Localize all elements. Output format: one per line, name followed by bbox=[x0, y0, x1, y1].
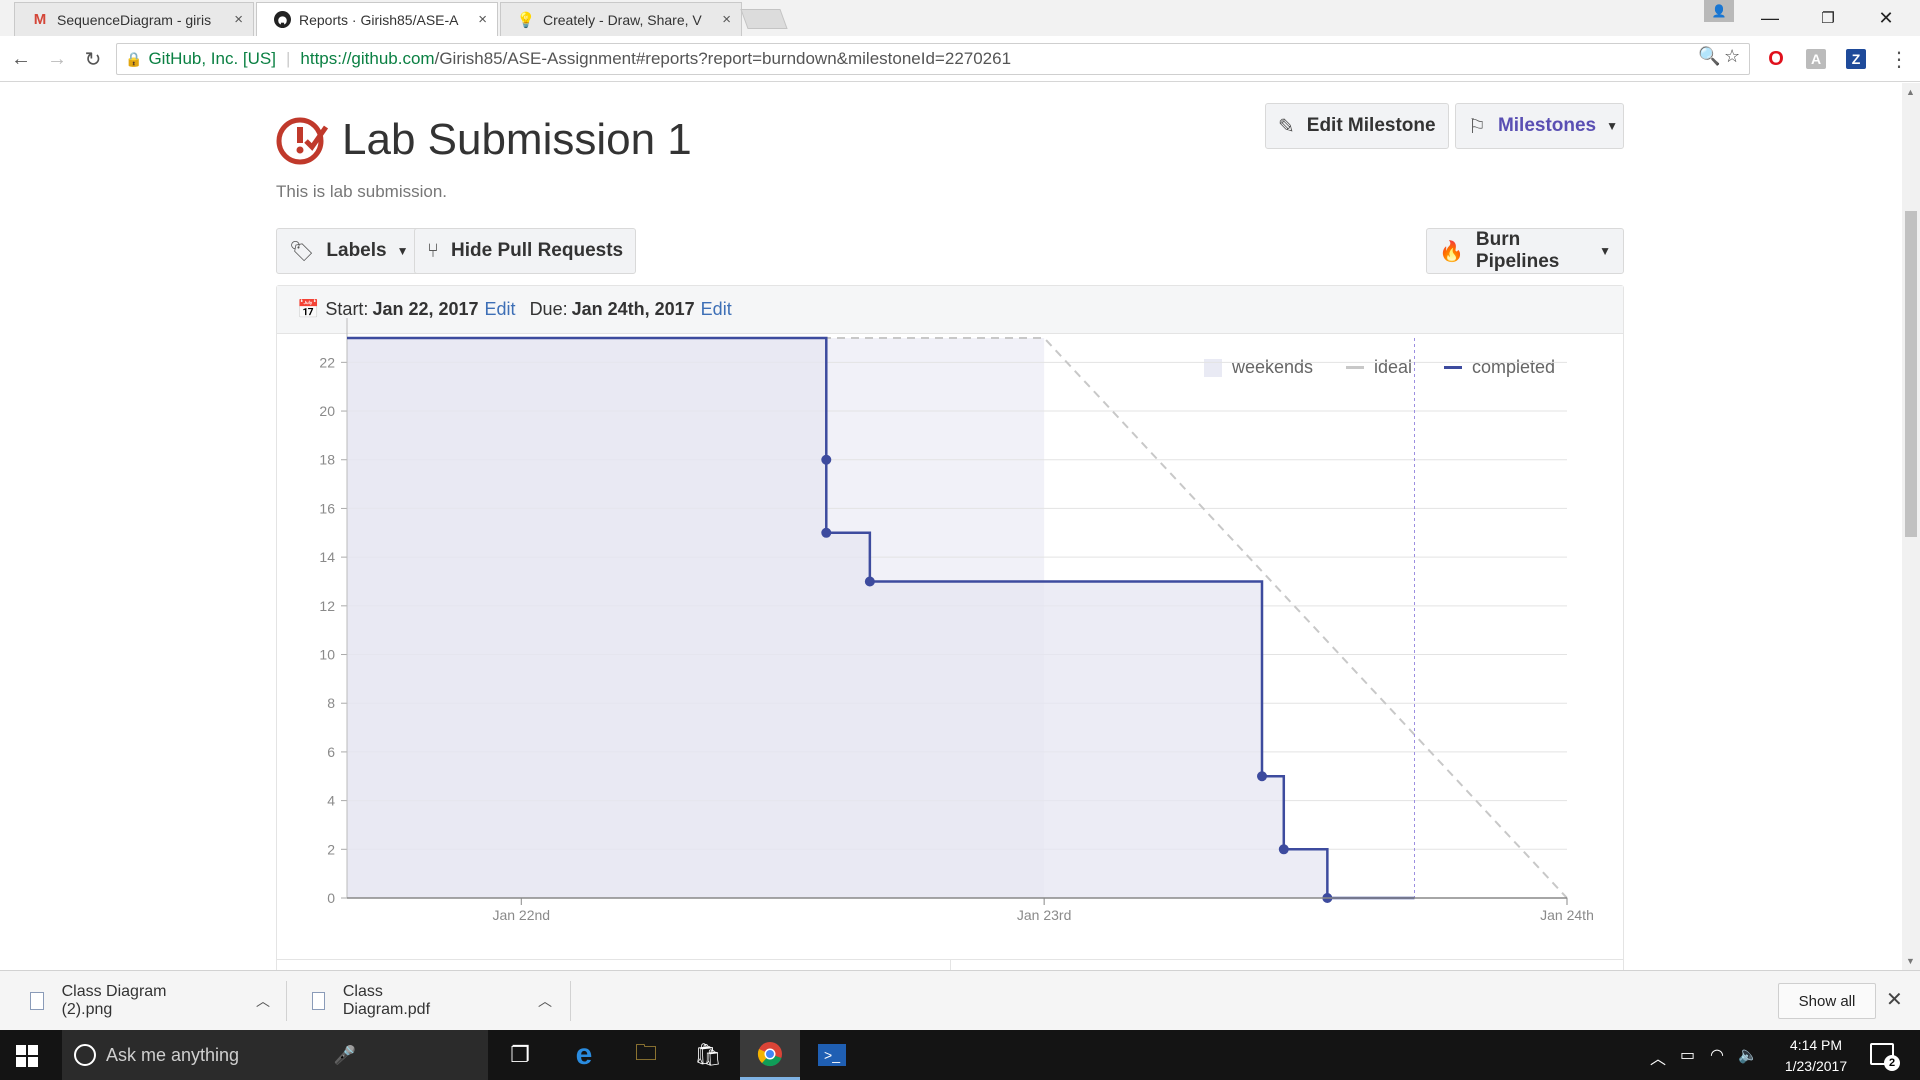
y-tick-label: 4 bbox=[327, 793, 335, 809]
image-file-icon bbox=[30, 992, 44, 1010]
notification-count: 2 bbox=[1884, 1055, 1900, 1071]
address-bar[interactable]: 🔒 GitHub, Inc. [US] | https://github.com… bbox=[116, 43, 1750, 75]
volume-icon[interactable]: 🔈 bbox=[1738, 1045, 1758, 1065]
y-tick-label: 20 bbox=[319, 403, 335, 419]
completed-point bbox=[1257, 771, 1267, 782]
chevron-up-icon[interactable]: ︿ bbox=[256, 991, 270, 1011]
cortana-search[interactable]: Ask me anything 🎤 bbox=[62, 1030, 488, 1080]
y-tick-label: 10 bbox=[319, 647, 335, 663]
acrobat-icon[interactable]: A bbox=[1806, 49, 1826, 69]
bookmark-star-icon[interactable]: ☆ bbox=[1724, 46, 1740, 67]
edge-icon[interactable]: e bbox=[554, 1030, 614, 1080]
microphone-icon[interactable]: 🎤 bbox=[334, 1045, 356, 1066]
y-tick-label: 14 bbox=[319, 549, 335, 565]
close-icon[interactable]: × bbox=[722, 11, 731, 28]
download-filename: Class Diagram (2).png bbox=[61, 983, 167, 1018]
show-all-button[interactable]: Show all bbox=[1778, 983, 1876, 1019]
battery-icon[interactable]: ▭ bbox=[1680, 1045, 1695, 1065]
site-identity[interactable]: GitHub, Inc. [US] bbox=[148, 49, 276, 69]
tab-title: Reports · Girish85/ASE-A bbox=[299, 11, 459, 28]
page-scrollbar[interactable]: ▲ ▼ bbox=[1902, 83, 1920, 970]
file-explorer-icon[interactable]: 🗀 bbox=[616, 1030, 676, 1080]
windows-taskbar: Ask me anything 🎤 ❐ e 🗀 🛍 >_ ︿ ▭ ◠ 🔈 4:1… bbox=[0, 1030, 1920, 1080]
windows-start-icon[interactable] bbox=[16, 1045, 38, 1067]
address-separator: | bbox=[285, 49, 291, 68]
creately-icon: 💡 bbox=[516, 11, 536, 29]
x-tick-label: Jan 24th bbox=[1540, 907, 1594, 923]
download-divider bbox=[286, 981, 287, 1021]
burndown-chart: 0 2 4 6 8 10 12 14 16 18 20 22 Jan 22nd Jan 23rd Jan 2… bbox=[319, 318, 1594, 923]
download-bar: Class Diagram (2).png ︿ Class Diagram.pd… bbox=[0, 970, 1920, 1030]
opera-icon[interactable]: O bbox=[1766, 48, 1786, 70]
menu-icon[interactable]: ⋮ bbox=[1886, 46, 1912, 72]
tab-reports[interactable]: Reports · Girish85/ASE-A × bbox=[256, 2, 498, 36]
github-icon bbox=[273, 11, 291, 29]
clock-time: 4:14 PM bbox=[1789, 1037, 1843, 1053]
chevron-up-icon[interactable]: ︿ bbox=[1650, 1045, 1666, 1069]
search-placeholder: Ask me anything bbox=[106, 1044, 240, 1065]
download-item[interactable]: Class Diagram.pdf ︿ bbox=[312, 971, 552, 1031]
minimize-button[interactable]: — bbox=[1742, 0, 1798, 36]
zoom-icon[interactable]: 🔍 bbox=[1698, 46, 1720, 67]
task-view-icon[interactable]: ❐ bbox=[490, 1030, 550, 1080]
completed-point bbox=[821, 454, 832, 465]
y-tick-label: 6 bbox=[327, 744, 335, 760]
chevron-up-icon[interactable]: ︿ bbox=[538, 991, 552, 1011]
close-icon[interactable]: × bbox=[234, 11, 243, 28]
store-icon[interactable]: 🛍 bbox=[678, 1030, 738, 1080]
completed-point bbox=[864, 576, 875, 587]
url-host: https://github.com bbox=[300, 49, 435, 68]
pdf-file-icon bbox=[312, 992, 325, 1010]
lock-icon: 🔒 bbox=[125, 50, 143, 67]
url-path: /Girish85/ASE-Assignment#reports?report=… bbox=[434, 49, 1012, 68]
y-tick-label: 22 bbox=[319, 354, 335, 370]
gmail-icon: M bbox=[33, 11, 47, 28]
cortana-icon bbox=[74, 1044, 96, 1066]
tab-creately[interactable]: 💡 Creately - Draw, Share, V × bbox=[500, 2, 742, 36]
tab-title: Creately - Draw, Share, V bbox=[543, 11, 702, 28]
y-tick-label: 18 bbox=[319, 452, 335, 468]
wifi-icon[interactable]: ◠ bbox=[1710, 1045, 1724, 1065]
scrollbar-thumb[interactable] bbox=[1905, 211, 1917, 537]
browser-toolbar: ← → ↻ 🔒 GitHub, Inc. [US] | https://gith… bbox=[0, 36, 1920, 82]
y-tick-label: 16 bbox=[319, 500, 335, 516]
close-icon[interactable]: ✕ bbox=[1886, 987, 1903, 1012]
clock-date: 1/23/2017 bbox=[1784, 1058, 1848, 1074]
forward-icon[interactable]: → bbox=[44, 46, 70, 72]
profile-icon[interactable]: 👤 bbox=[1704, 0, 1734, 22]
restore-button[interactable]: ❐ bbox=[1800, 0, 1856, 36]
scroll-down-icon[interactable]: ▼ bbox=[1906, 956, 1915, 966]
zotero-icon[interactable]: Z bbox=[1846, 49, 1866, 69]
y-tick-label: 12 bbox=[319, 598, 335, 614]
panel-divider-vertical bbox=[950, 959, 951, 970]
close-window-button[interactable]: ✕ bbox=[1858, 0, 1914, 36]
download-filename: Class Diagram.pdf bbox=[342, 983, 431, 1018]
powershell-icon[interactable]: >_ bbox=[802, 1030, 862, 1080]
system-clock[interactable]: 4:14 PM 1/23/2017 bbox=[1766, 1035, 1866, 1077]
tab-title: SequenceDiagram - giris bbox=[57, 11, 212, 28]
new-tab-button[interactable] bbox=[740, 9, 788, 29]
close-icon[interactable]: × bbox=[478, 11, 487, 28]
reload-icon[interactable]: ↻ bbox=[80, 46, 106, 72]
x-tick-label: Jan 22nd bbox=[492, 907, 550, 923]
y-tick-label: 8 bbox=[327, 695, 335, 711]
download-item[interactable]: Class Diagram (2).png ︿ bbox=[30, 971, 270, 1031]
chrome-icon[interactable] bbox=[740, 1030, 800, 1080]
y-tick-label: 0 bbox=[327, 890, 335, 906]
completed-point bbox=[1278, 844, 1289, 855]
action-center-icon[interactable]: 2 bbox=[1870, 1043, 1900, 1071]
download-divider bbox=[570, 981, 571, 1021]
report-page: Lab Submission 1 This is lab submission.… bbox=[0, 83, 1902, 970]
tab-strip: M SequenceDiagram - giris × Reports · Gi… bbox=[0, 0, 1920, 36]
scroll-up-icon[interactable]: ▲ bbox=[1906, 87, 1915, 97]
y-tick-label: 2 bbox=[327, 841, 335, 857]
tab-gmail[interactable]: M SequenceDiagram - giris × bbox=[14, 2, 254, 36]
powershell-glyph: >_ bbox=[818, 1044, 846, 1066]
back-icon[interactable]: ← bbox=[8, 46, 34, 72]
completed-point bbox=[821, 527, 832, 538]
x-tick-label: Jan 23rd bbox=[1017, 907, 1071, 923]
